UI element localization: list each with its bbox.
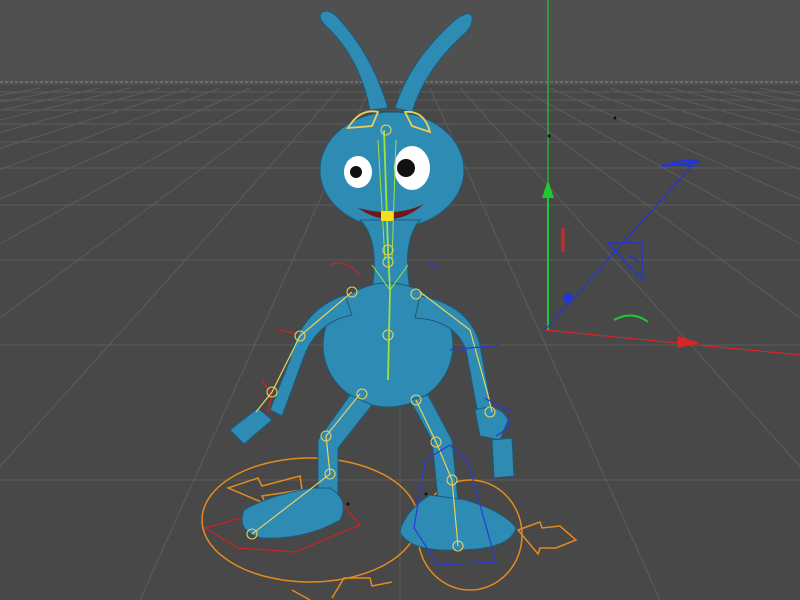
right-wrist[interactable] xyxy=(491,437,515,479)
right-pupil xyxy=(397,159,415,177)
sky-background xyxy=(0,0,800,85)
null-point xyxy=(547,134,551,138)
z-axis-handle[interactable] xyxy=(563,293,573,303)
null-point xyxy=(424,492,428,496)
left-pupil xyxy=(350,166,362,178)
alien-head[interactable] xyxy=(319,111,465,229)
jaw-controller[interactable] xyxy=(381,211,393,221)
null-point xyxy=(613,116,617,120)
3d-viewport[interactable] xyxy=(0,0,800,600)
null-point xyxy=(346,502,350,506)
viewport-canvas[interactable] xyxy=(0,0,800,600)
